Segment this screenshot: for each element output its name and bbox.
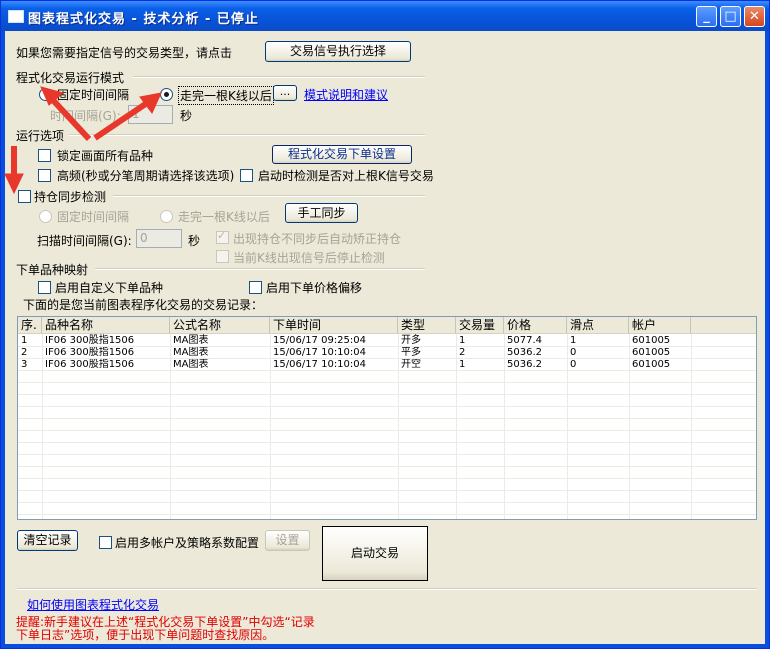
arrow-to-after-bar (93, 100, 149, 141)
arrow-to-fixed-interval (48, 95, 92, 142)
arrow-head-sync (4, 173, 24, 195)
arrow-head-fixed-interval (40, 86, 65, 106)
annotation-arrows (4, 86, 162, 195)
app-window: 图表程式化交易 - 技术分析 - 已停止 _ □ ✕ 如果您需要指定信号的交易类… (0, 0, 770, 649)
